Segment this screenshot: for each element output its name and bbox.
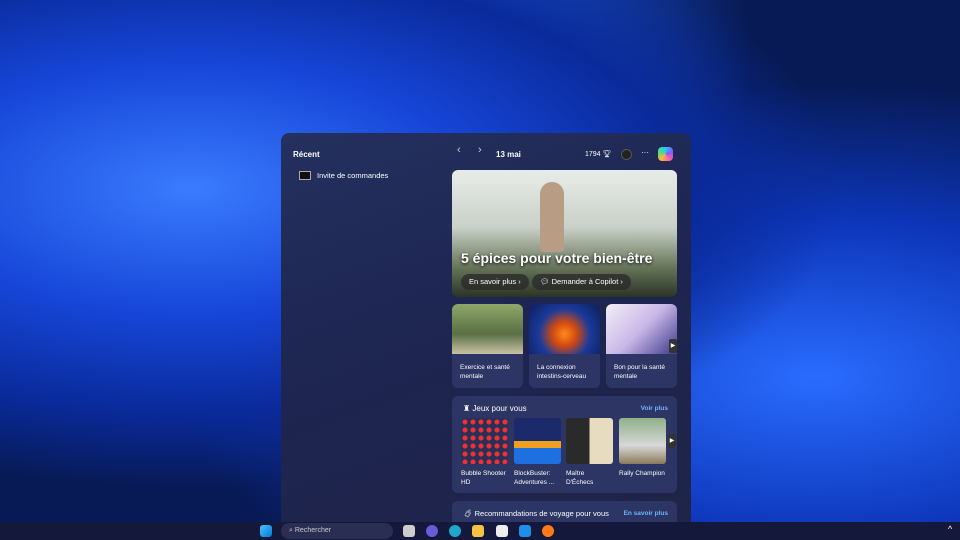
more-options-button[interactable]: ··· bbox=[641, 148, 649, 157]
game-image bbox=[619, 418, 666, 464]
file-explorer-icon[interactable] bbox=[472, 525, 484, 537]
card-label: Exercice et santé mentale bbox=[460, 364, 510, 380]
game-label: BlockBuster: Adventures ... bbox=[514, 470, 555, 486]
hero-image bbox=[540, 182, 564, 252]
card-image bbox=[606, 304, 677, 354]
recent-title: Récent bbox=[293, 150, 320, 159]
game-label: Bubble Shooter HD bbox=[461, 470, 506, 486]
search-placeholder: Rechercher bbox=[294, 527, 332, 534]
taskbar: ⌕ Rechercher ^ bbox=[0, 522, 960, 540]
game-image bbox=[461, 418, 508, 464]
game-tile[interactable]: BlockBuster: Adventures ... bbox=[514, 418, 561, 487]
card-label: Bon pour la santé mentale bbox=[614, 364, 665, 380]
recent-item-label: Invite de commandes bbox=[317, 171, 389, 180]
travel-title-text: Recommandations de voyage pour vous bbox=[474, 509, 609, 518]
games-section: ♜ Jeux pour vous Voir plus Bubble Shoote… bbox=[452, 396, 677, 493]
games-icon: ♜ bbox=[463, 404, 471, 413]
ask-copilot-button[interactable]: 💬︎ Demander à Copilot › bbox=[532, 274, 631, 290]
news-card[interactable]: Bon pour la santé mentale bbox=[606, 304, 677, 388]
travel-title: 🧳︎ Recommandations de voyage pour vous bbox=[463, 509, 609, 518]
game-label: Rally Champion bbox=[619, 470, 665, 477]
card-image bbox=[529, 304, 600, 354]
chevron-up-icon[interactable]: ^ bbox=[948, 524, 952, 534]
widgets-panel: Récent Invite de commandes ‹ › 13 mai 17… bbox=[281, 133, 691, 522]
avatar[interactable] bbox=[621, 149, 632, 160]
see-more-link[interactable]: Voir plus bbox=[641, 405, 668, 412]
news-card[interactable]: La connexion intestins-cerveau bbox=[529, 304, 600, 388]
points-value: 1794 bbox=[585, 151, 601, 158]
game-tile[interactable]: Rally Champion bbox=[619, 418, 666, 478]
games-next-arrow[interactable]: ▶ bbox=[668, 434, 676, 448]
start-button[interactable] bbox=[260, 525, 272, 537]
learn-more-label: En savoir plus bbox=[469, 277, 517, 286]
game-label: Maître D'Échecs bbox=[566, 470, 594, 486]
travel-section: 🧳︎ Recommandations de voyage pour vous E… bbox=[452, 501, 677, 522]
game-image bbox=[514, 418, 561, 464]
edge-icon[interactable] bbox=[449, 525, 461, 537]
trophy-icon: 🏆︎ bbox=[602, 151, 612, 158]
game-tile[interactable]: Maître D'Échecs bbox=[566, 418, 613, 487]
firefox-icon[interactable] bbox=[542, 525, 554, 537]
command-prompt-icon bbox=[299, 171, 311, 180]
luggage-icon: 🧳︎ bbox=[463, 509, 473, 518]
news-card[interactable]: Exercice et santé mentale bbox=[452, 304, 523, 388]
search-box[interactable]: ⌕ Rechercher bbox=[281, 523, 393, 539]
ask-copilot-label: Demander à Copilot bbox=[551, 277, 619, 286]
teams-icon[interactable] bbox=[426, 525, 438, 537]
recent-item-command-prompt[interactable]: Invite de commandes bbox=[299, 171, 388, 180]
games-title-text: Jeux pour vous bbox=[472, 404, 527, 413]
date-label: 13 mai bbox=[496, 150, 521, 159]
travel-learn-more-link[interactable]: En savoir plus bbox=[624, 510, 668, 517]
game-image bbox=[566, 418, 613, 464]
learn-more-button[interactable]: En savoir plus › bbox=[461, 274, 529, 290]
game-tile[interactable]: Bubble Shooter HD bbox=[461, 418, 508, 487]
hero-title: 5 épices pour votre bien-être bbox=[461, 250, 653, 266]
chevron-left-icon[interactable]: ‹ bbox=[457, 144, 461, 156]
store-icon[interactable] bbox=[496, 525, 508, 537]
games-title: ♜ Jeux pour vous bbox=[463, 404, 527, 413]
next-arrow-button[interactable]: ▶ bbox=[669, 339, 677, 353]
card-image bbox=[452, 304, 523, 354]
hero-card[interactable]: 5 épices pour votre bien-être En savoir … bbox=[452, 170, 677, 297]
rewards-points[interactable]: 1794 🏆︎ bbox=[585, 150, 611, 158]
chevron-right-icon[interactable]: › bbox=[478, 144, 482, 156]
mail-icon[interactable] bbox=[519, 525, 531, 537]
task-view-icon[interactable] bbox=[403, 525, 415, 537]
copilot-icon[interactable] bbox=[658, 147, 673, 161]
card-label: La connexion intestins-cerveau bbox=[537, 364, 587, 380]
